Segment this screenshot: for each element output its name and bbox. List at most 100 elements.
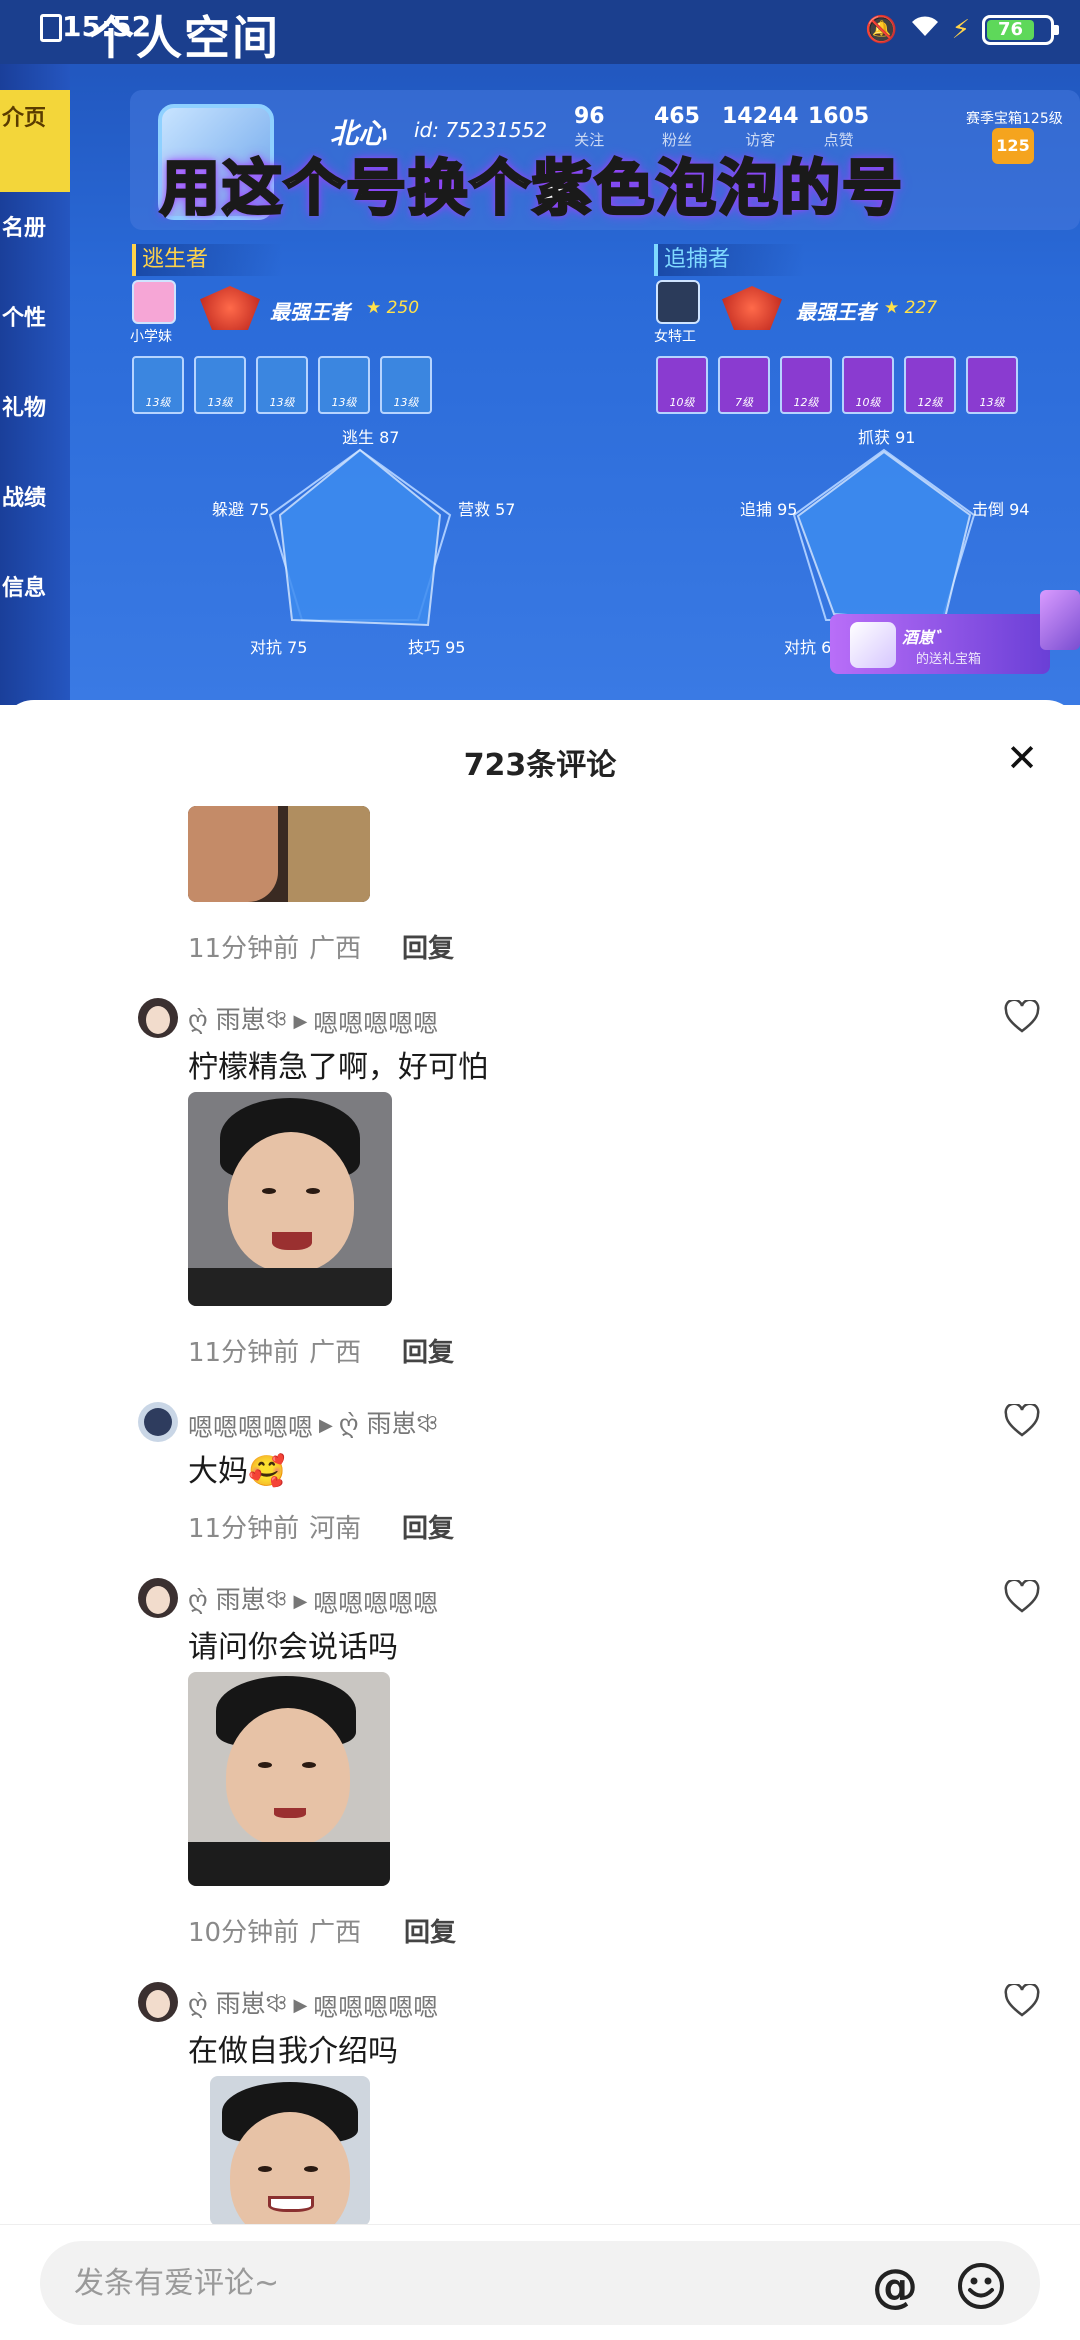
comment-meta: 10分钟前 广西 (188, 1918, 362, 1948)
comment-sheet: 723条评论 ✕ 11分钟前 广西 回复 ღ̀ 雨崽ঞ্চ ▶ 嗯嗯嗯嗯嗯 柠檬精… (0, 700, 1080, 2340)
escaper-rank-stars: ★ 250 (366, 298, 420, 318)
comment-header: ღ̀ 雨崽ঞ্চ ▶ 嗯嗯嗯嗯嗯 (188, 1580, 438, 1623)
reply-button[interactable]: 回复 (404, 1912, 456, 1949)
comment-username[interactable]: ღ̀ 雨崽ঞ্চ (188, 1580, 287, 1623)
avatar[interactable] (138, 1982, 178, 2022)
charging-icon: ⚡ (951, 14, 970, 45)
treasure-chest-icon (1040, 590, 1080, 650)
hunter-character-avatar (656, 280, 700, 324)
side-nav-roster[interactable]: 名册 (0, 214, 68, 244)
heart-icon[interactable] (1004, 1402, 1040, 1438)
comment-reply-to[interactable]: 嗯嗯嗯嗯嗯 (313, 1988, 438, 2024)
comment-image[interactable] (188, 1672, 390, 1886)
comment-header: 嗯嗯嗯嗯嗯 ▶ ღ̀ 雨崽ঞ্চ (188, 1404, 438, 1447)
comment-username[interactable]: 嗯嗯嗯嗯嗯 (188, 1408, 313, 1444)
hunter-skill-icon: 12级 (780, 356, 832, 414)
side-nav-style[interactable]: 个性 (0, 304, 68, 334)
gift-sender-name: 酒崽゛ (902, 628, 951, 647)
battery-icon: 76 (982, 14, 1059, 45)
reply-button[interactable]: 回复 (402, 1508, 454, 1545)
game-side-nav: 介页 名册 个性 礼物 战绩 信息 (0, 64, 70, 705)
comment-reply-to[interactable]: ღ̀ 雨崽ঞ্চ (339, 1404, 438, 1447)
rank-emblem-icon (200, 286, 260, 330)
mute-icon: 🔕 (865, 14, 898, 45)
avatar[interactable] (138, 1402, 178, 1442)
reply-arrow-icon: ▶ (293, 1995, 308, 2016)
comment-image[interactable] (210, 2076, 370, 2226)
reply-arrow-icon: ▶ (319, 1415, 333, 1436)
game-profile-screenshot: 15:52 个人空间 🔕 ⚡ 76 介页 名册 个性 礼物 战绩 信息 北心 i… (0, 0, 1080, 705)
hunter-skill-icon: 10级 (842, 356, 894, 414)
reply-arrow-icon: ▶ (293, 1011, 308, 1032)
side-nav-record[interactable]: 战绩 (0, 484, 68, 514)
comment-username[interactable]: ღ̀ 雨崽ঞ্চ (188, 1000, 287, 1043)
radar-label: 抓获 91 (858, 428, 916, 447)
radar-label: 追捕 95 (740, 500, 798, 519)
reply-button[interactable]: 回复 (402, 1332, 454, 1369)
escaper-skill-icon: 13级 (318, 356, 370, 414)
avatar[interactable] (138, 998, 178, 1038)
comment-meta: 11分钟前 广西 (188, 1338, 362, 1368)
comment-reply-to[interactable]: 嗯嗯嗯嗯嗯 (313, 1584, 438, 1620)
comment-image[interactable] (188, 1092, 392, 1306)
side-nav-info[interactable]: 信息 (0, 574, 68, 604)
hunter-radar-chart (792, 448, 976, 624)
hunter-rank-title: 最强王者 (796, 300, 876, 324)
page-title: 个人空间 (88, 11, 280, 65)
emoji-icon[interactable] (956, 2261, 1006, 2311)
escaper-character-name: 小学妹 (130, 329, 172, 345)
status-icons: 🔕 ⚡ 76 (865, 14, 1059, 45)
close-icon[interactable]: ✕ (1000, 736, 1044, 780)
comment-text: 大妈🥰 (188, 1454, 286, 1489)
hunter-character-name: 女特工 (654, 329, 696, 345)
player-id: id: 75231552 (414, 118, 548, 142)
battery-level: 76 (987, 19, 1035, 40)
escaper-skill-icon: 13级 (380, 356, 432, 414)
radar-label: 躲避 75 (212, 500, 270, 519)
status-bar: 15:52 个人空间 🔕 ⚡ 76 (0, 0, 1080, 65)
comment-meta: 11分钟前 河南 (188, 1514, 362, 1544)
hunter-section-label: 追捕者 (654, 244, 804, 276)
season-chest-icon[interactable]: 125 (992, 128, 1034, 164)
radar-label: 击倒 94 (972, 500, 1030, 519)
escaper-section-label: 逃生者 (132, 244, 282, 276)
escaper-rank-title: 最强王者 (270, 300, 350, 324)
hunter-skill-icon: 7级 (718, 356, 770, 414)
comment-text: 请问你会说话吗 (188, 1630, 398, 1665)
comment-text: 柠檬精急了啊，好可怕 (188, 1050, 488, 1085)
gift-banner[interactable]: 酒崽゛ 的送礼宝箱 (830, 614, 1050, 674)
radar-label: 营救 57 (458, 500, 516, 519)
radar-label: 对抗 75 (250, 638, 308, 657)
escaper-radar-chart (268, 448, 452, 627)
escaper-character-avatar (132, 280, 176, 324)
comment-reply-to[interactable]: 嗯嗯嗯嗯嗯 (313, 1004, 438, 1040)
hunter-skill-icon: 13级 (966, 356, 1018, 414)
heart-icon[interactable] (1004, 998, 1040, 1034)
overlay-caption: 用这个号换个紫色泡泡的号 (159, 153, 904, 226)
radar-label: 技巧 95 (408, 638, 466, 657)
reply-arrow-icon: ▶ (293, 1591, 308, 1612)
side-nav-gifts[interactable]: 礼物 (0, 394, 68, 424)
hunter-rank-stars: ★ 227 (884, 298, 938, 318)
heart-icon[interactable] (1004, 1982, 1040, 2018)
comment-text: 在做自我介绍吗 (188, 2034, 398, 2069)
comment-image[interactable] (188, 806, 370, 902)
season-label: 赛季宝箱125级 (966, 111, 1063, 127)
comment-header: ღ̀ 雨崽ঞ্চ ▶ 嗯嗯嗯嗯嗯 (188, 1000, 438, 1043)
at-mention-icon[interactable]: @ (870, 2261, 920, 2311)
comment-username[interactable]: ღ̀ 雨崽ঞ্চ (188, 1984, 287, 2027)
comment-input-bar: @ (0, 2224, 1080, 2340)
wifi-icon (910, 14, 940, 45)
avatar[interactable] (138, 1578, 178, 1618)
reply-button[interactable]: 回复 (402, 928, 454, 965)
hunter-skill-icon: 12级 (904, 356, 956, 414)
hunter-skill-icon: 10级 (656, 356, 708, 414)
side-nav-home[interactable]: 介页 (0, 90, 70, 192)
sim-icon (40, 14, 62, 42)
comment-meta: 11分钟前 广西 (188, 934, 362, 964)
gift-subtitle: 的送礼宝箱 (916, 652, 982, 667)
comment-count-title: 723条评论 (463, 748, 617, 783)
escaper-skill-icon: 13级 (194, 356, 246, 414)
heart-icon[interactable] (1004, 1578, 1040, 1614)
rank-emblem-icon (722, 286, 782, 330)
